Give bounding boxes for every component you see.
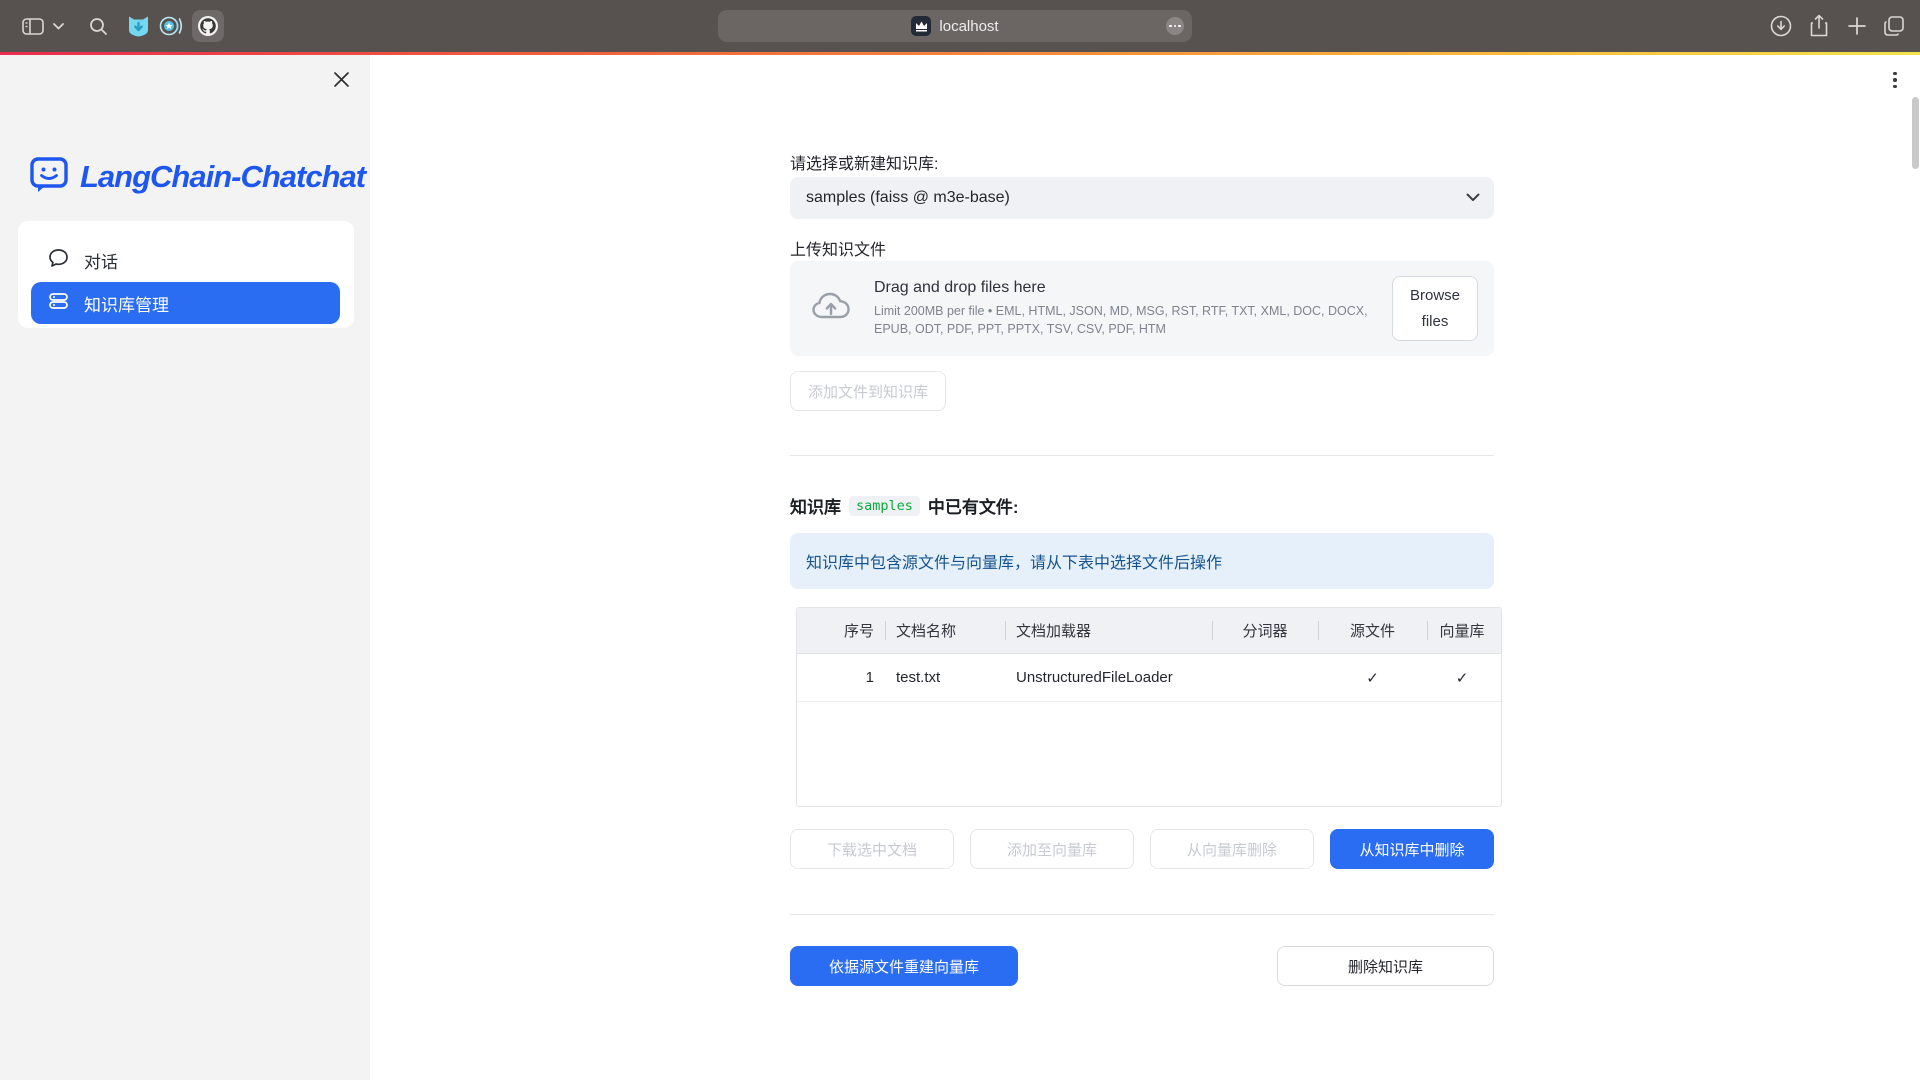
cell-vector-check: ✓ <box>1427 654 1497 701</box>
chevron-down-icon <box>1466 189 1480 207</box>
kb-level-buttons: 依据源文件重建向量库 删除知识库 <box>790 946 1494 986</box>
app-logo: LangChain-Chatchat <box>28 153 365 200</box>
github-extension-icon[interactable] <box>192 10 224 42</box>
table-empty-area <box>797 702 1501 806</box>
sidebar-item-label: 知识库管理 <box>84 291 169 316</box>
kb-files-heading: 知识库 samples 中已有文件: <box>790 493 1494 518</box>
col-header-source-file[interactable]: 源文件 <box>1318 608 1427 653</box>
cell-index: 1 <box>797 654 885 701</box>
table-header-row: 序号 文档名称 文档加载器 分词器 源文件 向量库 <box>797 608 1501 654</box>
dropzone-title: Drag and drop files here <box>874 279 1378 297</box>
sidebar-close-button[interactable] <box>330 70 352 92</box>
cloud-upload-icon <box>810 290 852 327</box>
tab-overview-icon[interactable] <box>1880 0 1908 52</box>
download-selected-button[interactable]: 下载选中文档 <box>790 829 954 869</box>
info-alert: 知识库中包含源文件与向量库，请从下表中选择文件后操作 <box>790 533 1494 589</box>
kb-name-badge: samples <box>849 496 920 516</box>
new-tab-icon[interactable] <box>1844 0 1870 52</box>
table-row[interactable]: 1 test.txt UnstructuredFileLoader ✓ ✓ <box>797 654 1501 702</box>
sidebar: LangChain-Chatchat 对话 知识库管理 <box>0 55 370 1080</box>
upload-label: 上传知识文件 <box>790 242 886 259</box>
delete-from-kb-button[interactable]: 从知识库中删除 <box>1330 829 1494 869</box>
logo-text: LangChain-Chatchat <box>80 159 365 195</box>
streamlit-menu-icon[interactable] <box>1886 67 1904 93</box>
kb-select-value: samples (faiss @ m3e-base) <box>806 189 1010 207</box>
upload-label-row: 上传知识文件 <box>790 236 1494 260</box>
info-alert-text: 知识库中包含源文件与向量库，请从下表中选择文件后操作 <box>806 549 1222 573</box>
sidebar-item-dialogue[interactable]: 对话 <box>48 248 118 273</box>
kb-files-table: 序号 文档名称 文档加载器 分词器 源文件 向量库 1 test.txt Uns… <box>796 607 1502 807</box>
add-files-to-kb-button[interactable]: 添加文件到知识库 <box>790 371 946 411</box>
cell-source-check: ✓ <box>1318 654 1427 701</box>
bottom-divider <box>790 914 1494 915</box>
main-content: 请选择或新建知识库: samples (faiss @ m3e-base) 上传… <box>370 55 1920 1080</box>
sidebar-item-label: 对话 <box>84 248 118 273</box>
chat-bubble-icon <box>48 248 69 273</box>
kb-select[interactable]: samples (faiss @ m3e-base) <box>790 177 1494 219</box>
cell-splitter <box>1212 654 1318 701</box>
browse-files-button[interactable]: Browse files <box>1392 276 1478 341</box>
page-options-icon[interactable] <box>1166 17 1184 35</box>
extension-circles-icon[interactable] <box>158 0 186 52</box>
col-header-index[interactable]: 序号 <box>797 608 885 653</box>
rebuild-vector-store-button[interactable]: 依据源文件重建向量库 <box>790 946 1018 986</box>
address-url: localhost <box>939 18 998 35</box>
heading-suffix: 中已有文件: <box>928 493 1019 518</box>
delete-kb-button[interactable]: 删除知识库 <box>1277 946 1494 986</box>
browser-toolbar: localhost <box>0 0 1920 52</box>
kb-select-label-row: 请选择或新建知识库: <box>790 150 1494 174</box>
site-favicon-icon <box>911 16 931 36</box>
section-divider <box>790 455 1494 456</box>
kb-select-label: 请选择或新建知识库: <box>790 156 938 173</box>
heading-prefix: 知识库 <box>790 493 841 518</box>
cell-loader: UnstructuredFileLoader <box>1005 654 1212 701</box>
search-icon[interactable] <box>86 0 110 52</box>
sidebar-nav: 对话 知识库管理 <box>18 221 354 328</box>
browser-window: localhost LangChain-Chatchat <box>0 0 1920 1080</box>
address-bar[interactable]: localhost <box>718 10 1192 42</box>
col-header-splitter[interactable]: 分词器 <box>1212 608 1318 653</box>
add-to-vector-store-button[interactable]: 添加至向量库 <box>970 829 1134 869</box>
downloads-icon[interactable] <box>1768 0 1794 52</box>
delete-from-vector-store-button[interactable]: 从向量库删除 <box>1150 829 1314 869</box>
extension-cat-icon[interactable] <box>124 0 152 52</box>
dropzone-limit-text: Limit 200MB per file • EML, HTML, JSON, … <box>874 302 1378 338</box>
file-dropzone[interactable]: Drag and drop files here Limit 200MB per… <box>790 261 1494 356</box>
knowledge-base-icon <box>48 291 69 316</box>
scrollbar-thumb[interactable] <box>1912 97 1919 169</box>
sidebar-toggle-icon[interactable] <box>20 0 46 52</box>
logo-chat-bubble-icon <box>28 153 70 200</box>
sidebar-item-kb-management[interactable]: 知识库管理 <box>31 282 340 324</box>
col-header-loader[interactable]: 文档加载器 <box>1005 608 1212 653</box>
col-header-doc-name[interactable]: 文档名称 <box>885 608 1005 653</box>
file-action-buttons: 下载选中文档 添加至向量库 从向量库删除 从知识库中删除 <box>790 829 1494 869</box>
dropzone-texts: Drag and drop files here Limit 200MB per… <box>874 279 1378 338</box>
share-icon[interactable] <box>1806 0 1832 52</box>
col-header-vector-store[interactable]: 向量库 <box>1427 608 1497 653</box>
sidebar-chevron-icon[interactable] <box>50 0 66 52</box>
cell-doc-name: test.txt <box>885 654 1005 701</box>
